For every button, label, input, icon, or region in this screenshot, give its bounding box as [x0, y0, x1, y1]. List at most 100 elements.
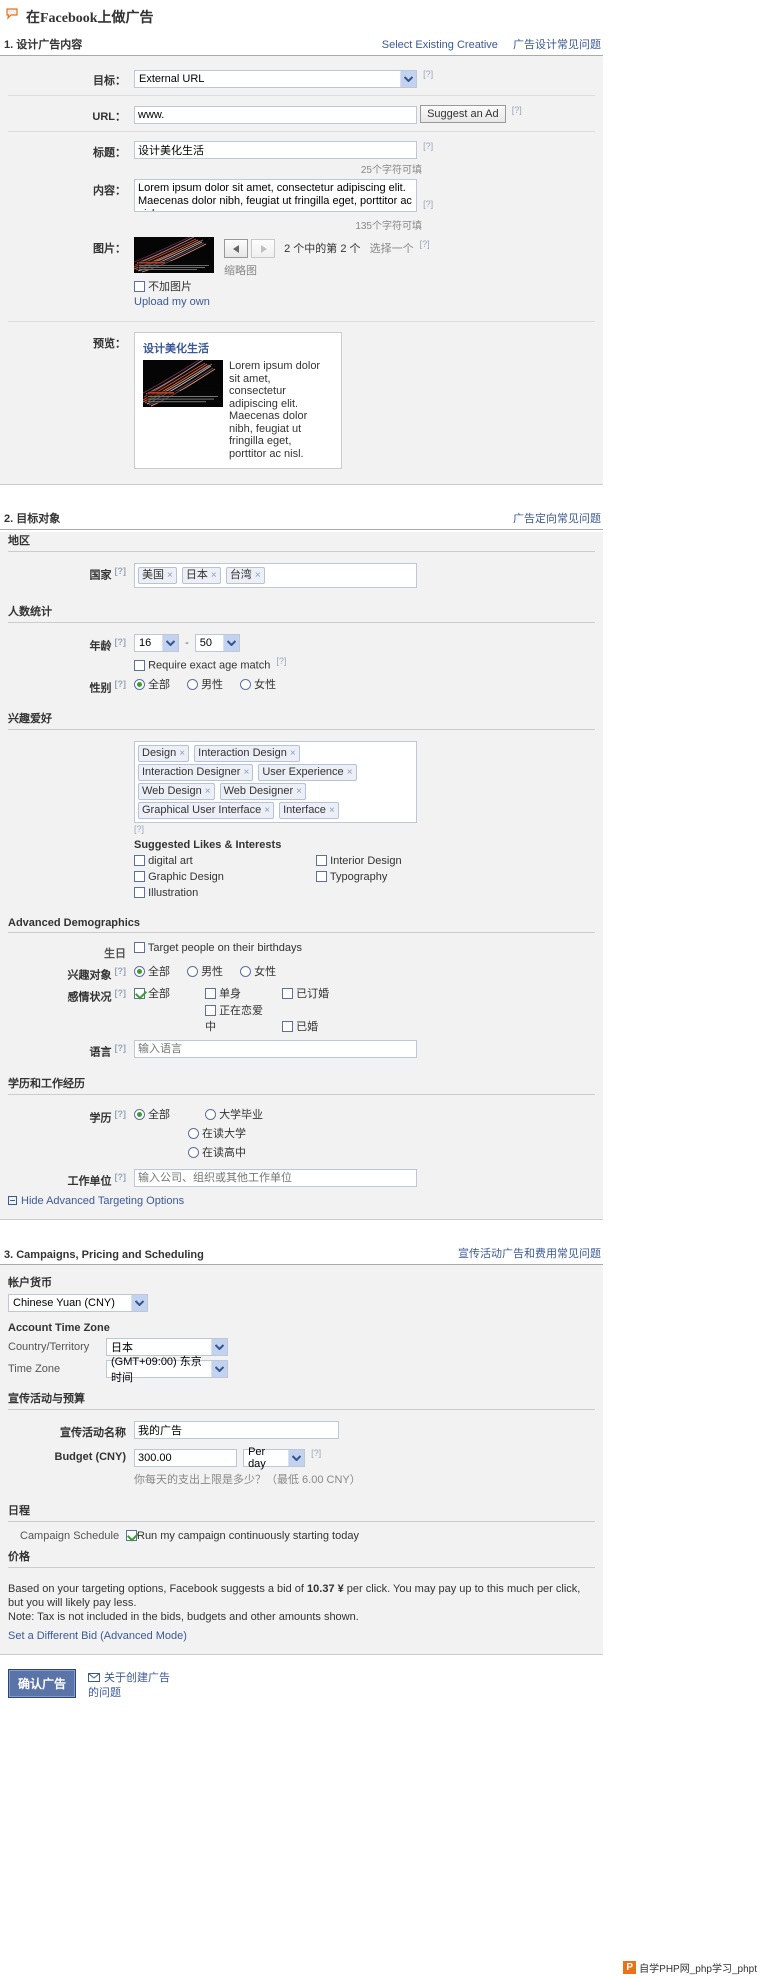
- title-help-icon[interactable]: [?]: [423, 141, 433, 151]
- radio-icon[interactable]: [240, 678, 252, 690]
- destination-help-icon[interactable]: [?]: [423, 69, 433, 79]
- interest-token[interactable]: Interaction Design ×: [194, 745, 300, 763]
- checkbox-icon[interactable]: [205, 987, 217, 999]
- targeting-faq-link[interactable]: 广告定向常见问题: [513, 513, 601, 525]
- remove-icon[interactable]: ×: [255, 570, 261, 581]
- gender-help-icon[interactable]: [?]: [115, 679, 127, 689]
- interest-token-input[interactable]: Design × Interaction Design × Interaction …: [134, 741, 417, 824]
- suggested-interest-item[interactable]: Graphic Design: [134, 870, 316, 885]
- birthday-checkbox[interactable]: [134, 942, 145, 954]
- remove-icon[interactable]: ×: [296, 786, 302, 797]
- interested-in-option-male[interactable]: 男性: [187, 963, 223, 979]
- radio-icon[interactable]: [134, 1108, 145, 1120]
- suggested-interest-item[interactable]: Illustration: [134, 886, 316, 901]
- suggested-interest-item[interactable]: Interior Design: [316, 854, 402, 869]
- exact-age-help-icon[interactable]: [?]: [276, 656, 286, 666]
- suggested-interest-item[interactable]: Typography: [316, 870, 402, 885]
- checkbox-icon[interactable]: [134, 887, 145, 899]
- body-textarea[interactable]: Lorem ipsum dolor sit amet, consectetur …: [134, 179, 417, 212]
- set-different-bid-link[interactable]: Set a Different Bid (Advanced Mode): [0, 1624, 603, 1644]
- interest-token[interactable]: Web Designer ×: [219, 783, 306, 801]
- interests-help-icon[interactable]: [?]: [134, 824, 144, 834]
- relationship-option-single[interactable]: 单身: [205, 985, 265, 1001]
- image-help-icon[interactable]: [?]: [420, 239, 430, 249]
- remove-icon[interactable]: ×: [243, 767, 249, 778]
- radio-icon[interactable]: [134, 678, 145, 690]
- radio-icon[interactable]: [134, 966, 145, 978]
- checkbox-icon[interactable]: [205, 1004, 217, 1016]
- upload-my-own-link[interactable]: Upload my own: [134, 296, 210, 308]
- remove-icon[interactable]: ×: [329, 805, 335, 816]
- remove-icon[interactable]: ×: [290, 748, 296, 759]
- interest-token[interactable]: Web Design ×: [138, 783, 215, 801]
- country-token[interactable]: 日本 ×: [181, 567, 221, 584]
- country-token[interactable]: 美国 ×: [138, 567, 177, 584]
- suggest-an-ad-button[interactable]: Suggest an Ad: [420, 105, 506, 123]
- gender-option-female[interactable]: 女性: [240, 676, 276, 692]
- radio-icon[interactable]: [240, 966, 252, 978]
- radio-icon[interactable]: [205, 1108, 217, 1120]
- workplace-help-icon[interactable]: [?]: [115, 1172, 127, 1182]
- interest-token[interactable]: User Experience ×: [258, 764, 357, 782]
- interest-token[interactable]: Interface ×: [279, 802, 339, 820]
- body-help-icon[interactable]: [?]: [423, 199, 433, 209]
- exact-age-checkbox[interactable]: [134, 659, 145, 671]
- gender-option-all[interactable]: 全部: [134, 676, 170, 692]
- suggested-interest-item[interactable]: digital art: [134, 854, 316, 869]
- radio-icon[interactable]: [187, 678, 199, 690]
- interest-token[interactable]: Graphical User Interface ×: [138, 802, 275, 820]
- run-continuously-checkbox[interactable]: [126, 1530, 137, 1542]
- radio-icon[interactable]: [188, 1146, 199, 1158]
- next-image-button[interactable]: [251, 239, 276, 259]
- education-option-graduate[interactable]: 大学毕业: [205, 1106, 263, 1122]
- checkbox-icon[interactable]: [282, 987, 294, 999]
- remove-icon[interactable]: ×: [347, 767, 353, 778]
- age-help-icon[interactable]: [?]: [115, 637, 127, 647]
- relationship-option-married[interactable]: 已婚: [282, 1018, 318, 1034]
- select-existing-creative-link[interactable]: Select Existing Creative: [382, 39, 498, 51]
- radio-icon[interactable]: [187, 966, 199, 978]
- interested-in-option-female[interactable]: 女性: [240, 963, 276, 979]
- checkbox-icon[interactable]: [282, 1020, 294, 1032]
- workplace-input[interactable]: [134, 1168, 417, 1187]
- checkbox-icon[interactable]: [134, 855, 145, 867]
- interest-token[interactable]: Design ×: [138, 745, 190, 763]
- destination-select[interactable]: External URL: [134, 69, 417, 88]
- education-option-in-college[interactable]: 在读大学: [188, 1125, 246, 1141]
- remove-icon[interactable]: ×: [179, 748, 185, 759]
- remove-icon[interactable]: ×: [211, 570, 217, 581]
- time-zone-select[interactable]: (GMT+09:00) 东京时间: [106, 1356, 228, 1384]
- budget-input[interactable]: [134, 1448, 237, 1467]
- interested-in-option-all[interactable]: 全部: [134, 963, 170, 979]
- education-option-all[interactable]: 全部: [134, 1106, 188, 1122]
- campaign-faq-link[interactable]: 宣传活动广告和费用常见问题: [458, 1248, 601, 1260]
- prev-image-button[interactable]: [224, 239, 248, 259]
- language-help-icon[interactable]: [?]: [115, 1043, 127, 1053]
- remove-icon[interactable]: ×: [167, 570, 173, 581]
- country-help-icon[interactable]: [?]: [115, 566, 127, 576]
- relationship-option-all[interactable]: 全部: [134, 985, 188, 1001]
- gender-option-male[interactable]: 男性: [187, 676, 223, 692]
- title-input[interactable]: [134, 141, 417, 159]
- relationship-help-icon[interactable]: [?]: [115, 988, 127, 998]
- checkbox-icon[interactable]: [134, 987, 145, 999]
- remove-icon[interactable]: ×: [205, 786, 211, 797]
- relationship-option-engaged[interactable]: 已订婚: [282, 985, 329, 1001]
- country-token-input[interactable]: 美国 × 日本 × 台湾 ×: [134, 563, 417, 588]
- hide-advanced-targeting-link[interactable]: Hide Advanced Targeting Options: [0, 1191, 603, 1207]
- campaign-name-input[interactable]: [134, 1421, 339, 1440]
- education-help-icon[interactable]: [?]: [115, 1109, 127, 1119]
- confirm-ad-button[interactable]: 确认广告: [8, 1669, 77, 1699]
- no-image-checkbox[interactable]: [134, 281, 145, 292]
- language-input[interactable]: [134, 1039, 417, 1058]
- checkbox-icon[interactable]: [316, 871, 327, 883]
- country-token[interactable]: 台湾 ×: [225, 567, 265, 584]
- budget-period-select[interactable]: Per day: [243, 1446, 306, 1470]
- interested-in-help-icon[interactable]: [?]: [115, 966, 127, 976]
- url-input[interactable]: [134, 105, 417, 124]
- help-link-wrap[interactable]: 关于创建广告的问题: [88, 1669, 178, 1700]
- checkbox-icon[interactable]: [134, 871, 145, 883]
- create-ad-help-link[interactable]: 关于创建广告的问题: [88, 1672, 170, 1699]
- age-max-select[interactable]: 50: [194, 634, 240, 652]
- education-option-in-highschool[interactable]: 在读高中: [188, 1144, 246, 1160]
